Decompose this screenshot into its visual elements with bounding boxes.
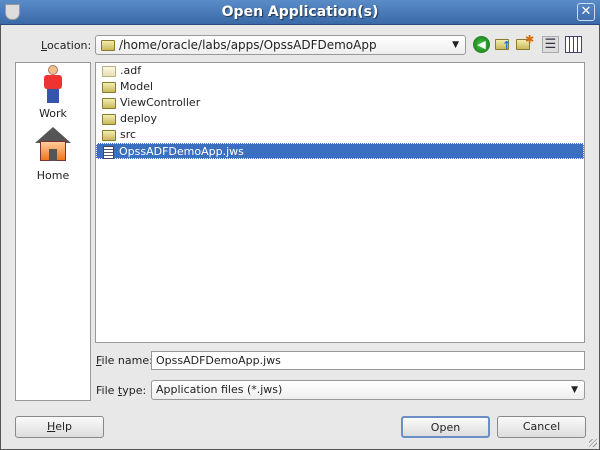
file-name-label: File name: <box>96 354 153 367</box>
file-name: OpssADFDemoApp.jws <box>119 145 244 158</box>
list-view-icon[interactable]: ☰ <box>542 36 559 53</box>
back-icon[interactable]: ◀ <box>473 36 490 53</box>
open-button[interactable]: Open <box>401 416 490 438</box>
details-view-icon[interactable] <box>565 36 582 53</box>
file-name: deploy <box>120 112 158 125</box>
folder-icon <box>102 81 116 93</box>
person-icon <box>43 65 63 103</box>
new-folder-icon[interactable]: ✱ <box>516 33 534 53</box>
help-button[interactable]: Help <box>15 416 104 438</box>
location-value: /home/oracle/labs/apps/OpssADFDemoApp <box>119 38 377 52</box>
close-button[interactable]: ✕ <box>577 3 595 21</box>
file-type-select[interactable]: Application files (*.jws) ▼ <box>151 380 585 400</box>
file-type-label-text: ype: <box>122 384 147 397</box>
help-mnemonic: H <box>46 420 56 433</box>
document-icon <box>103 145 114 159</box>
chevron-down-icon: ▼ <box>571 385 578 395</box>
location-combo[interactable]: /home/oracle/labs/apps/OpssADFDemoApp ▼ <box>95 35 466 55</box>
list-item[interactable]: deploy <box>100 111 157 127</box>
file-name-input[interactable]: OpssADFDemoApp.jws <box>151 351 585 370</box>
file-name: Model <box>120 80 154 93</box>
file-name: .adf <box>120 64 142 77</box>
place-label: Work <box>39 107 67 120</box>
location-label: Location: <box>41 39 91 52</box>
list-item-selected[interactable]: OpssADFDemoApp.jws <box>96 143 584 159</box>
file-type-value: Application files (*.jws) <box>156 383 283 396</box>
list-item[interactable]: Model <box>100 79 153 95</box>
help-label: elp <box>55 420 73 433</box>
folder-icon <box>101 40 115 51</box>
resize-grip[interactable] <box>589 439 597 447</box>
folder-icon <box>102 97 116 109</box>
places-bar: Work Home <box>15 62 91 401</box>
file-type-label-pre: File <box>96 384 118 397</box>
folder-icon <box>102 113 116 125</box>
cancel-button[interactable]: Cancel <box>497 416 586 438</box>
file-name-label-text: ile name: <box>101 354 153 367</box>
place-label: Home <box>36 169 70 182</box>
file-list[interactable]: .adf Model ViewController deploy src Ops… <box>95 62 585 343</box>
file-type-label: File type: <box>96 384 146 397</box>
folder-icon <box>102 129 116 141</box>
place-work[interactable]: Work <box>16 65 90 120</box>
house-icon <box>35 127 71 163</box>
up-folder-icon[interactable]: ↑ <box>495 36 512 53</box>
list-item[interactable]: src <box>100 127 136 143</box>
chevron-down-icon: ▼ <box>452 40 459 50</box>
file-name: ViewController <box>120 96 201 109</box>
location-label-text: ocation: <box>46 39 92 52</box>
list-item[interactable]: .adf <box>100 63 141 79</box>
place-home[interactable]: Home <box>16 127 90 182</box>
folder-icon <box>102 65 116 77</box>
file-name: src <box>120 128 137 141</box>
list-item[interactable]: ViewController <box>100 95 200 111</box>
window-title: Open Application(s) <box>221 4 379 20</box>
title-bar: Open Application(s) ✕ <box>0 0 600 25</box>
